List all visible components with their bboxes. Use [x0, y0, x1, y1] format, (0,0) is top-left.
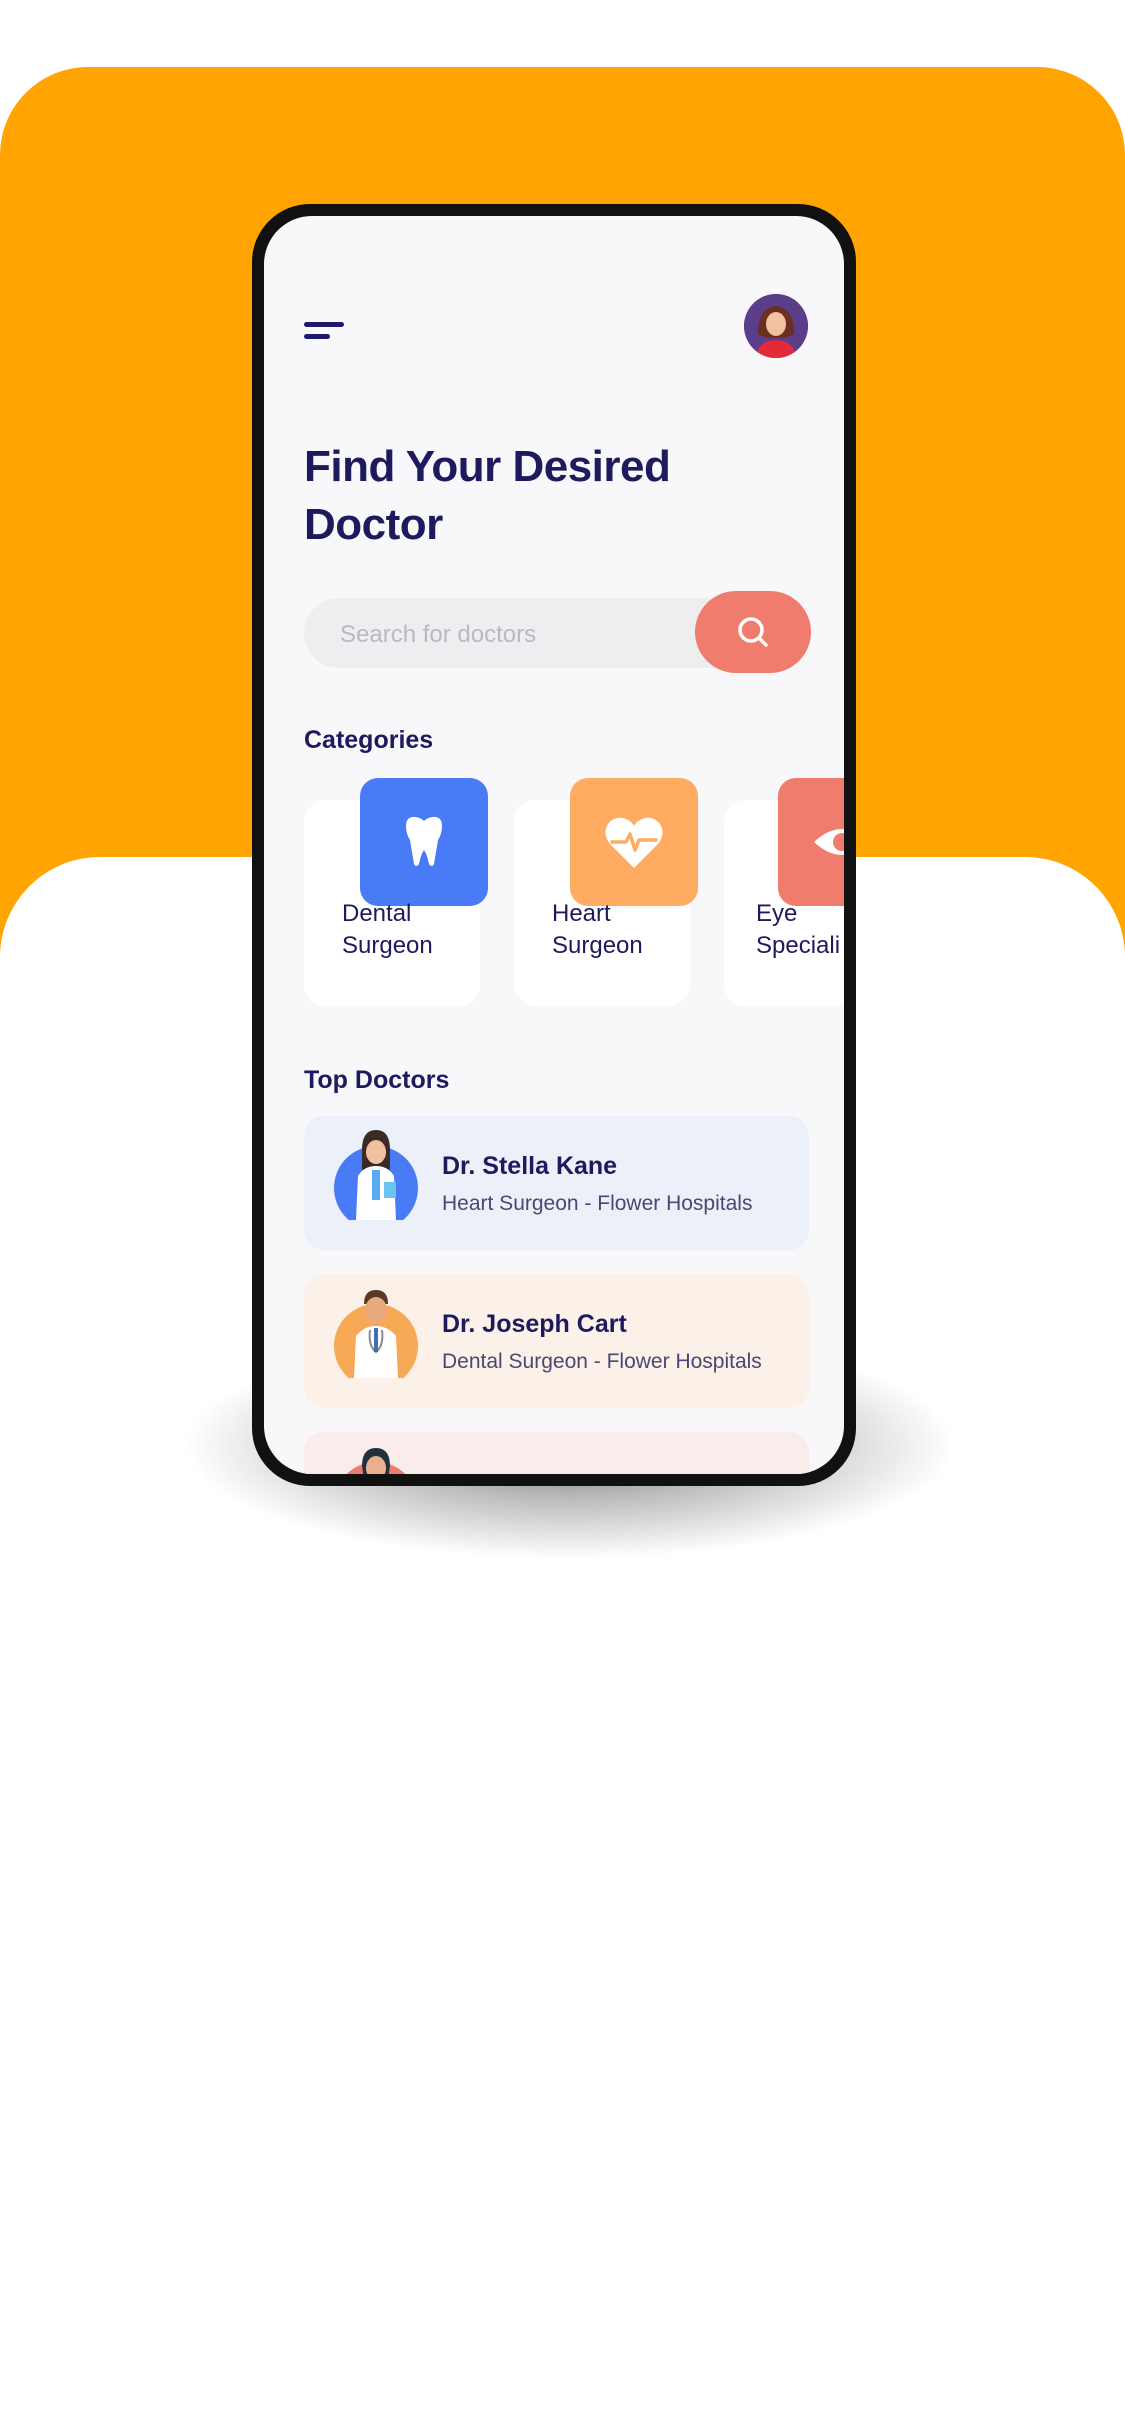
menu-icon[interactable]	[304, 316, 348, 346]
doctor-card[interactable]	[304, 1432, 809, 1474]
search-placeholder[interactable]: Search for doctors	[340, 621, 536, 649]
doctor-avatar	[334, 1290, 418, 1388]
user-avatar[interactable]	[744, 294, 808, 358]
doctor-avatar	[334, 1130, 418, 1230]
search-button[interactable]	[695, 591, 811, 673]
tooth-icon	[360, 778, 488, 906]
category-label-heart: Heart Surgeon	[552, 900, 643, 959]
doctor-name: Dr. Joseph Cart	[442, 1310, 627, 1338]
phone-mockup: Find Your Desired Doctor Search for doct…	[252, 204, 856, 1486]
heart-pulse-icon	[570, 778, 698, 906]
doctor-card[interactable]: Dr. Stella Kane Heart Surgeon - Flower H…	[304, 1116, 809, 1250]
search-bar[interactable]: Search for doctors	[304, 591, 811, 673]
page-title: Find Your Desired Doctor	[304, 442, 671, 549]
doctor-specialty: Heart Surgeon - Flower Hospitals	[442, 1192, 753, 1215]
top-doctors-heading: Top Doctors	[304, 1066, 450, 1094]
doctor-avatar	[334, 1448, 418, 1474]
categories-heading: Categories	[304, 726, 434, 754]
category-label-eye: Eye Speciali	[756, 900, 841, 959]
category-label-dental: Dental Surgeon	[342, 900, 433, 959]
doctor-specialty: Dental Surgeon - Flower Hospitals	[442, 1350, 762, 1373]
search-icon	[738, 617, 768, 647]
eye-icon	[778, 778, 844, 906]
doctor-name: Dr. Stella Kane	[442, 1152, 618, 1180]
app-screen: Find Your Desired Doctor Search for doct…	[264, 216, 844, 1474]
doctor-card[interactable]: Dr. Joseph Cart Dental Surgeon - Flower …	[304, 1274, 809, 1408]
